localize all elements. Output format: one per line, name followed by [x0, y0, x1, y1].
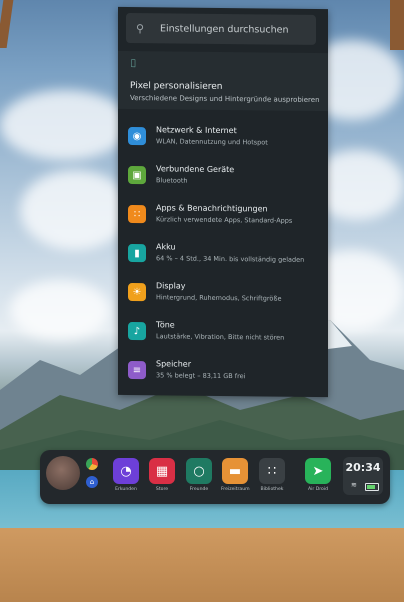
personalize-card[interactable]: ⌷ Pixel personalisieren Verschiedene Des… [118, 50, 328, 112]
settings-item-5[interactable]: ☀ Display Hintergrund, Ruhemodus, Schriftg… [118, 281, 328, 322]
settings-item-6[interactable]: ♪ Töne Lautstärke, Vibration, Bitte nicht … [118, 320, 328, 361]
store-icon: ▦ [149, 458, 175, 484]
settings-item-text: Verbundene Geräte Bluetooth [156, 164, 234, 186]
settings-item-4[interactable]: ▮ Akku 64 % – 4 Std., 34 Min. bis vollstän… [118, 242, 328, 283]
cloud [0, 90, 130, 160]
folder-icon: ▬ [222, 458, 248, 484]
friends-icon: ○ [186, 458, 212, 484]
wood-beam [0, 0, 14, 48]
library-grid-icon: ∷ [259, 458, 285, 484]
dock-app-label: Erkunden [115, 487, 137, 492]
sound-icon: ♪ [128, 322, 146, 341]
dock-app-compass[interactable]: ◔ Erkunden [112, 458, 140, 492]
settings-item-text: Akku 64 % – 4 Std., 34 Min. bis vollständ… [156, 242, 304, 265]
settings-item-subtitle: Lautstärke, Vibration, Bitte nicht störe… [156, 332, 285, 342]
settings-item-subtitle: WLAN, Datennutzung und Hotspot [156, 137, 268, 147]
floor [0, 528, 404, 602]
compass-icon: ◔ [113, 458, 139, 484]
paintbrush-icon: ⌷ [130, 57, 137, 71]
settings-item-title: Display [156, 281, 186, 291]
settings-item-text: Display Hintergrund, Ruhemodus, Schriftgr… [156, 281, 282, 303]
settings-item-text: Töne Lautstärke, Vibration, Bitte nicht s… [156, 320, 284, 342]
dock-app-label: Freunde [189, 487, 209, 492]
dock-app-label: Store [155, 487, 169, 492]
battery-icon: ▮ [128, 244, 146, 263]
dock-app-label: Freizeitraum [221, 487, 250, 492]
settings-item-7[interactable]: ≡ Speicher 35 % belegt – 83,11 GB frei [118, 359, 328, 400]
settings-item-3[interactable]: ∷ Apps & Benachrichtigungen Kürzlich verwe… [118, 203, 328, 244]
dock: ⌂ ◔ Erkunden ▦ Store ○ Freunde ▬ Freizeitraum ∷ B… [40, 450, 390, 504]
cloud [20, 170, 130, 250]
apps-grid-icon: ∷ [128, 205, 146, 224]
clock-time: 20:34 [345, 461, 381, 474]
settings-item-title: Netzwerk & Internet [156, 125, 237, 136]
settings-item-title: Verbundene Geräte [156, 164, 235, 175]
home-icon[interactable]: ⌂ [86, 476, 98, 488]
settings-item-text: Speicher 35 % belegt – 83,11 GB frei [156, 359, 245, 381]
display-icon: ☀ [128, 283, 146, 302]
settings-item-subtitle: Hintergrund, Ruhemodus, Schriftgröße [156, 293, 282, 303]
battery-icon [365, 483, 379, 491]
settings-panel: ⚲ Einstellungen durchsuchen ⌷ Pixel pers… [118, 6, 328, 400]
settings-list: ◉ Netzwerk & Internet WLAN, Datennutzung u… [118, 125, 328, 400]
search-placeholder: Einstellungen durchsuchen [160, 22, 289, 36]
clock-widget[interactable]: 20:34 ≋ [343, 457, 383, 495]
settings-item-subtitle: Bluetooth [156, 176, 188, 185]
dock-app-label: Bibliothek [260, 487, 284, 492]
settings-item-subtitle: 64 % – 4 Std., 34 Min. bis vollständig g… [156, 254, 305, 264]
settings-item-title: Akku [156, 242, 176, 252]
dock-app-friends[interactable]: ○ Freunde [185, 458, 213, 492]
settings-item-1[interactable]: ◉ Netzwerk & Internet WLAN, Datennutzung u… [118, 125, 328, 166]
devices-icon: ▣ [128, 166, 146, 185]
settings-item-title: Töne [156, 320, 175, 330]
wifi-icon: ◉ [128, 127, 146, 146]
airdroid-icon: ➤ [305, 458, 331, 484]
personalize-subtitle: Verschiedene Designs und Hintergründe au… [130, 94, 320, 105]
wood-beam [390, 0, 404, 50]
settings-item-subtitle: 35 % belegt – 83,11 GB frei [156, 371, 246, 381]
avatar[interactable] [46, 456, 80, 490]
settings-item-text: Apps & Benachrichtigungen Kürzlich verwen… [156, 203, 292, 225]
settings-item-subtitle: Kürzlich verwendete Apps, Standard-Apps [156, 215, 293, 225]
search-bar[interactable]: ⚲ Einstellungen durchsuchen [126, 12, 316, 45]
status-ring-icon[interactable] [86, 458, 98, 470]
dock-app-library-grid[interactable]: ∷ Bibliothek [258, 458, 286, 492]
settings-item-text: Netzwerk & Internet WLAN, Datennutzung un… [156, 125, 268, 147]
personalize-title: Pixel personalisieren [130, 81, 223, 92]
dock-app-label: Air Droid [307, 487, 329, 492]
settings-item-2[interactable]: ▣ Verbundene Geräte Bluetooth [118, 164, 328, 205]
dock-app-airdroid[interactable]: ➤ Air Droid [304, 458, 332, 492]
settings-item-title: Apps & Benachrichtigungen [156, 203, 268, 214]
search-icon: ⚲ [136, 21, 145, 35]
dock-app-folder[interactable]: ▬ Freizeitraum [221, 458, 250, 492]
settings-item-title: Speicher [156, 359, 191, 369]
storage-icon: ≡ [128, 361, 146, 380]
wifi-icon: ≋ [351, 481, 357, 489]
dock-app-store[interactable]: ▦ Store [148, 458, 176, 492]
